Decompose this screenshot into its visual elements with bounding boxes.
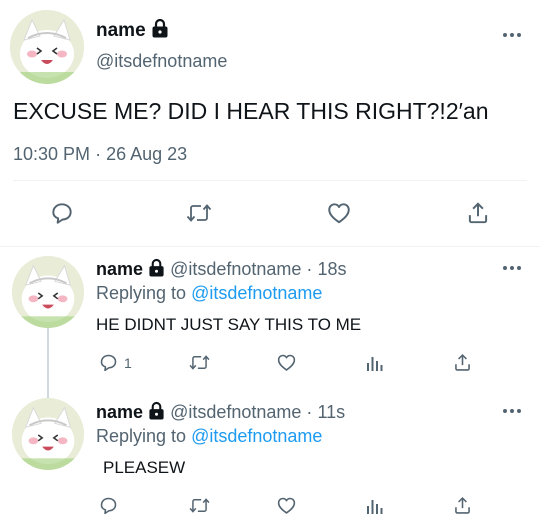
reply-count: 1 bbox=[124, 354, 132, 371]
like-icon[interactable] bbox=[275, 495, 298, 516]
author-handle[interactable]: @itsdefnotname bbox=[170, 259, 301, 279]
like-icon[interactable] bbox=[325, 200, 353, 226]
more-icon[interactable] bbox=[503, 409, 521, 413]
analytics-icon[interactable] bbox=[365, 495, 385, 516]
avatar[interactable] bbox=[10, 10, 84, 84]
avatar[interactable] bbox=[12, 398, 84, 470]
separator: · bbox=[95, 144, 102, 164]
reply-age[interactable]: 18s bbox=[317, 259, 346, 279]
divider bbox=[0, 246, 540, 247]
more-icon[interactable] bbox=[503, 266, 521, 270]
divider bbox=[13, 180, 527, 181]
author-handle[interactable]: @itsdefnotname bbox=[170, 402, 301, 422]
reply-icon[interactable]: 1 bbox=[98, 352, 132, 373]
lock-icon bbox=[148, 401, 165, 425]
replying-to-link[interactable]: @itsdefnotname bbox=[191, 283, 322, 303]
replying-to: Replying to @itsdefnotname bbox=[96, 425, 322, 447]
share-icon[interactable] bbox=[452, 495, 473, 516]
thread-line bbox=[47, 322, 49, 402]
more-icon[interactable] bbox=[503, 33, 521, 37]
share-icon[interactable] bbox=[452, 352, 473, 373]
timestamp: 10:30 PM · 26 Aug 23 bbox=[13, 143, 187, 165]
replying-prefix: Replying to bbox=[96, 283, 187, 303]
retweet-icon[interactable] bbox=[188, 352, 211, 373]
avatar[interactable] bbox=[12, 256, 84, 328]
reply-icon[interactable] bbox=[98, 495, 124, 516]
separator: · bbox=[306, 402, 313, 422]
analytics-icon[interactable] bbox=[365, 352, 385, 373]
author-name[interactable]: name bbox=[96, 402, 143, 422]
like-icon[interactable] bbox=[275, 352, 298, 373]
lock-icon bbox=[148, 258, 165, 282]
share-icon[interactable] bbox=[465, 200, 491, 226]
lock-icon bbox=[151, 18, 169, 45]
author-name[interactable]: name bbox=[96, 259, 143, 279]
author-name[interactable]: name bbox=[96, 20, 146, 41]
replying-to: Replying to @itsdefnotname bbox=[96, 282, 322, 304]
reply-age[interactable]: 11s bbox=[317, 402, 345, 422]
retweet-icon[interactable] bbox=[188, 495, 211, 516]
reply-text: HE DIDNT JUST SAY THIS TO ME bbox=[96, 315, 362, 334]
replying-to-link[interactable]: @itsdefnotname bbox=[191, 426, 322, 446]
reply-header: name @itsdefnotname · 11s bbox=[96, 401, 345, 425]
tweet-date[interactable]: 26 Aug 23 bbox=[106, 144, 187, 164]
author-handle[interactable]: @itsdefnotname bbox=[96, 50, 227, 72]
reply-icon[interactable] bbox=[49, 200, 75, 226]
author-row: name bbox=[96, 18, 169, 45]
separator: · bbox=[306, 259, 313, 279]
retweet-icon[interactable] bbox=[185, 200, 213, 226]
tweet-time[interactable]: 10:30 PM bbox=[13, 144, 90, 164]
tweet-text: EXCUSE ME? DID I HEAR THIS RIGHT?!2′an bbox=[13, 98, 489, 124]
replying-prefix: Replying to bbox=[96, 426, 187, 446]
reply-header: name @itsdefnotname · 18s bbox=[96, 258, 346, 282]
reply-text: PLEASEW bbox=[103, 458, 186, 477]
